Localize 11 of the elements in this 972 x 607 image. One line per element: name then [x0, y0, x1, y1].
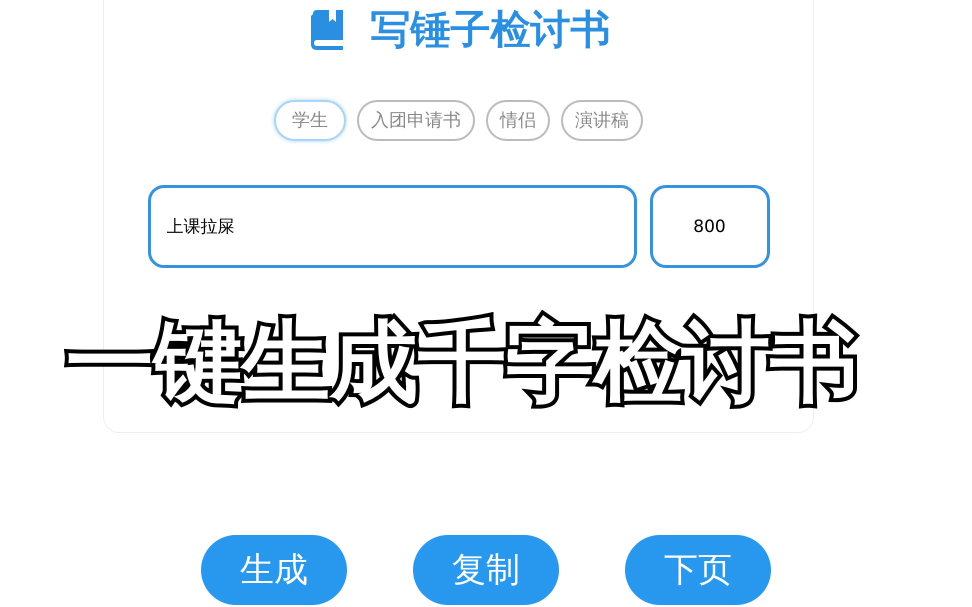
video-caption: 一键生成千字检讨书 — [63, 308, 861, 415]
category-tab[interactable]: 学生 — [274, 100, 346, 141]
topic-field[interactable]: 上课拉屎 — [148, 185, 636, 268]
word-count-field[interactable]: 800 — [650, 185, 770, 268]
category-tab[interactable]: 入团申请书 — [357, 100, 475, 141]
action-button[interactable]: 复制 — [413, 535, 559, 605]
app-title: 写锤子检讨书 — [370, 10, 610, 50]
action-button[interactable]: 下页 — [625, 535, 771, 605]
category-tab[interactable]: 演讲稿 — [561, 100, 643, 141]
category-tab[interactable]: 情侣 — [486, 100, 550, 141]
action-button[interactable]: 生成 — [201, 535, 347, 605]
